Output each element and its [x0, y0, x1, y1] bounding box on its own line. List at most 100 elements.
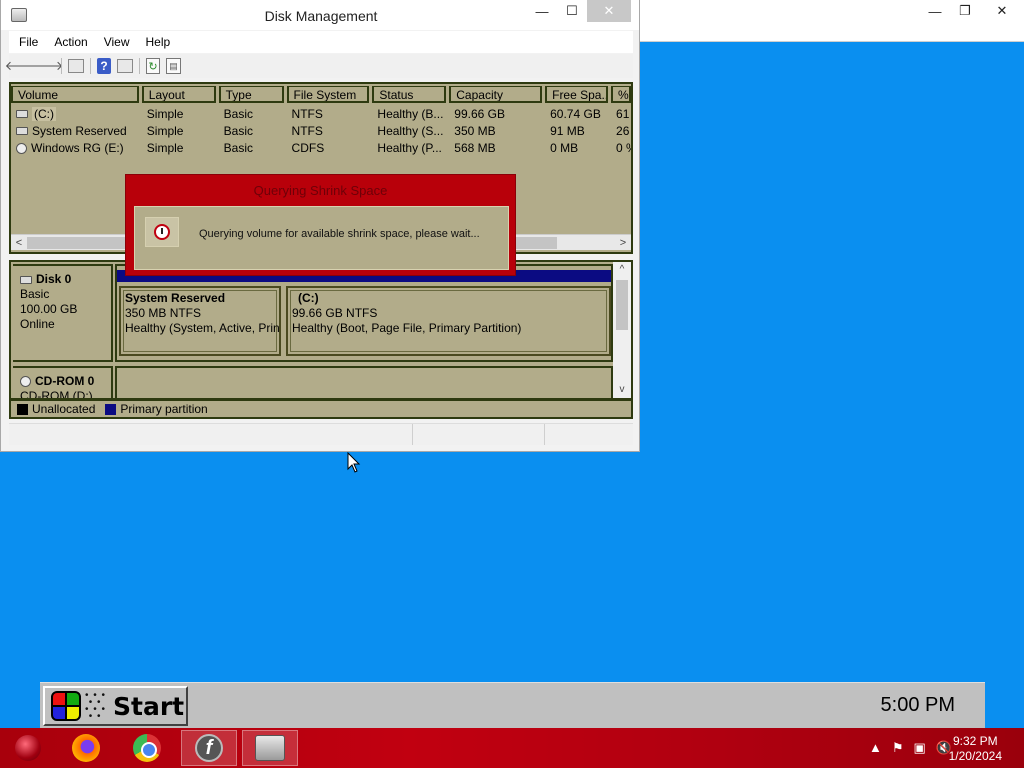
background-restore-button[interactable]: ❐	[950, 0, 980, 22]
cd-drive-icon	[16, 142, 27, 154]
close-button[interactable]: ✕	[587, 0, 631, 22]
status-cell: Healthy (B...	[377, 106, 444, 121]
view-icon[interactable]	[117, 59, 133, 73]
show-hide-console-tree-icon[interactable]	[68, 59, 84, 73]
action-center-flag-icon[interactable]: ⚑	[892, 740, 904, 756]
capacity-cell: 568 MB	[454, 140, 496, 155]
taskbar-clock[interactable]: 9:32 PM 1/20/2024	[949, 734, 1002, 764]
free-space-cell: 60.74 GB	[550, 106, 601, 121]
status-bar	[9, 423, 633, 445]
firefox-icon	[72, 734, 100, 762]
disk-management-icon	[255, 735, 285, 761]
table-row[interactable]: System Reserved Simple Basic NTFS Health…	[11, 122, 631, 139]
partition-name: (C:)	[298, 291, 319, 305]
free-space-cell: 0 MB	[550, 140, 579, 155]
volume-name: (C:)	[32, 106, 56, 121]
classic-start-bar: • • • • • • • • • • Start 5:00 PM	[40, 682, 985, 728]
scroll-up-icon[interactable]: ^	[613, 262, 631, 278]
table-row[interactable]: (C:) Simple Basic NTFS Healthy (B... 99.…	[11, 105, 631, 122]
file-system-cell: CDFS	[291, 140, 325, 155]
primary-partition-swatch	[105, 403, 117, 415]
disk-management-taskbar-button[interactable]	[242, 730, 298, 766]
partition-size: 350 MB NTFS	[125, 306, 202, 320]
scroll-right-icon[interactable]: >	[615, 235, 631, 251]
layout-cell: Simple	[146, 140, 184, 155]
ornament-taskbar-button[interactable]	[0, 730, 56, 766]
scroll-down-icon[interactable]: v	[613, 382, 631, 398]
vertical-scrollbar[interactable]: ^ v	[613, 262, 631, 398]
start-button[interactable]: • • • • • • • • • • Start	[43, 686, 188, 726]
system-tray: ▲ ⚑ ▣ 🔇	[869, 740, 952, 756]
minimize-button[interactable]: —	[527, 0, 557, 22]
scroll-left-icon[interactable]: <	[11, 235, 27, 251]
file-system-cell: NTFS	[291, 106, 323, 121]
disk-0-size: 100.00 GB	[20, 302, 78, 316]
column-header-status[interactable]: Status	[372, 86, 447, 103]
drive-icon	[16, 110, 28, 119]
menu-file[interactable]: File	[11, 35, 46, 49]
clock-icon	[145, 217, 179, 247]
taskbar-time: 9:32 PM	[952, 734, 998, 748]
legend-primary-partition: Primary partition	[120, 402, 208, 416]
menu-view[interactable]: View	[96, 35, 138, 49]
properties-icon[interactable]: ▤	[166, 58, 181, 74]
chrome-taskbar-button[interactable]	[119, 730, 175, 766]
column-header-volume[interactable]: Volume	[11, 86, 139, 103]
show-hidden-icons-icon[interactable]: ▲	[869, 740, 882, 756]
partition-status: Healthy (Boot, Page File, Primary Partit…	[292, 321, 522, 335]
cdrom-0-info[interactable]: CD-ROM 0 CD-ROM (D:)	[13, 366, 113, 398]
disk-icon	[20, 275, 32, 284]
start-bar-clock[interactable]: 5:00 PM	[881, 694, 955, 717]
legend: Unallocated Primary partition	[9, 399, 633, 419]
table-row[interactable]: Windows RG (E:) Simple Basic CDFS Health…	[11, 139, 631, 156]
cd-drive-icon	[20, 376, 31, 388]
menu-help[interactable]: Help	[138, 35, 179, 49]
column-header-capacity[interactable]: Capacity	[449, 86, 543, 103]
forward-arrow-icon[interactable]: 🡒	[29, 57, 64, 75]
help-icon[interactable]: ?	[97, 58, 111, 74]
column-header-file-system[interactable]: File System	[286, 86, 370, 103]
flash-taskbar-button[interactable]: f	[181, 730, 237, 766]
dialog-body: Querying volume for available shrink spa…	[134, 206, 509, 270]
unallocated-swatch	[17, 403, 28, 415]
dots-icon: • • • • • • • • • •	[85, 692, 107, 720]
toolbar-separator	[90, 58, 91, 74]
partition-size: 99.66 GB NTFS	[292, 306, 378, 320]
toolbar-separator	[61, 58, 62, 74]
disk-graphical-view: Disk 0 Basic 100.00 GB Online System Res…	[9, 260, 633, 400]
menu-bar: File Action View Help	[9, 31, 633, 53]
toolbar-separator	[139, 58, 140, 74]
background-minimize-button[interactable]: —	[920, 0, 950, 22]
layout-cell: Simple	[146, 123, 184, 138]
disk-0-status: Online	[20, 317, 55, 331]
partition-status: Healthy (System, Active, Prin	[125, 321, 280, 335]
vertical-scroll-thumb[interactable]	[616, 280, 628, 330]
volume-name: Windows RG (E:)	[31, 140, 124, 155]
background-close-button[interactable]: ✕	[980, 0, 1024, 22]
network-icon[interactable]: ▣	[914, 740, 926, 756]
windows-logo-icon	[51, 691, 81, 721]
disk-0-partitions: System Reserved 350 MB NTFS Healthy (Sys…	[115, 264, 613, 362]
partition-system-reserved[interactable]: System Reserved 350 MB NTFS Healthy (Sys…	[119, 286, 281, 356]
title-bar[interactable]: Disk Management — ☐ ✕	[1, 0, 639, 30]
disk-0-info[interactable]: Disk 0 Basic 100.00 GB Online	[13, 264, 113, 362]
capacity-cell: 350 MB	[454, 123, 496, 138]
column-header-type[interactable]: Type	[218, 86, 284, 103]
partition-c[interactable]: (C:) 99.66 GB NTFS Healthy (Boot, Page F…	[286, 286, 611, 356]
dialog-title: Querying Shrink Space	[253, 183, 388, 198]
type-cell: Basic	[223, 106, 253, 121]
start-label: Start	[113, 691, 185, 721]
column-header-free-space[interactable]: Free Spa...	[545, 86, 609, 103]
firefox-taskbar-button[interactable]	[58, 730, 114, 766]
background-window: — ❐ ✕	[638, 0, 1024, 42]
partition-name: System Reserved	[125, 291, 226, 305]
status-pane	[9, 424, 413, 445]
column-header-layout[interactable]: Layout	[141, 86, 216, 103]
taskbar: f ▲ ⚑ ▣ 🔇 9:32 PM 1/20/2024	[0, 728, 1024, 768]
refresh-icon[interactable]: ↻	[146, 58, 160, 74]
cdrom-0-partitions	[115, 366, 613, 398]
column-header-percent-free[interactable]: % F	[611, 86, 631, 103]
maximize-button[interactable]: ☐	[557, 0, 587, 22]
chrome-icon	[133, 734, 161, 762]
menu-action[interactable]: Action	[46, 35, 95, 49]
